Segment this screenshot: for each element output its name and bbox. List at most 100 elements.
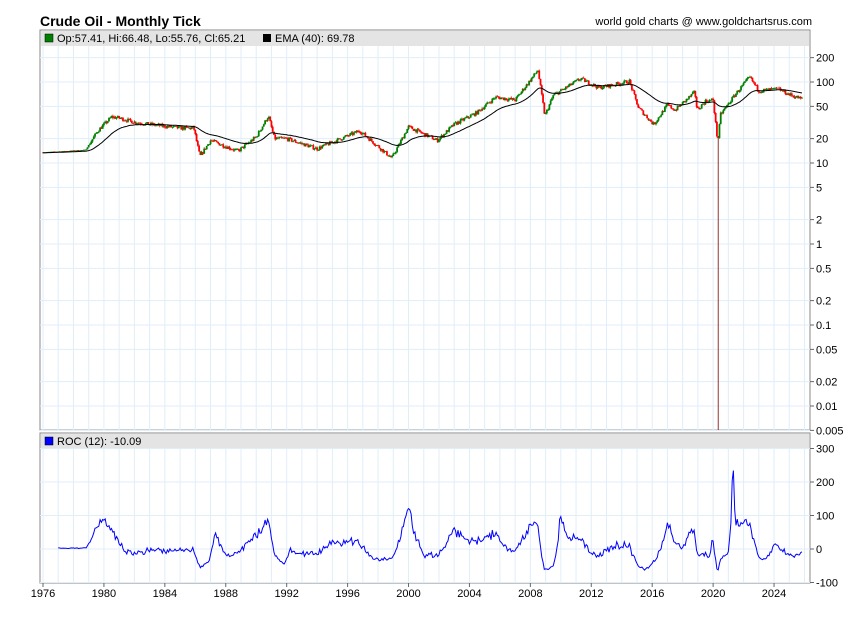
candle-body (542, 94, 544, 103)
candle-body (610, 84, 613, 86)
candle-body (339, 138, 341, 140)
candle-body (622, 82, 624, 85)
candle-body (483, 106, 486, 110)
candle-body (663, 107, 666, 112)
candle-body (493, 98, 496, 100)
candle-body (237, 149, 240, 150)
candle-body (294, 140, 297, 143)
roc-tick-label: 300 (816, 444, 834, 456)
candle-body (109, 117, 112, 119)
candle-body (801, 97, 803, 99)
candle-body (194, 129, 197, 135)
candle-body (535, 72, 538, 74)
candle-body (269, 116, 272, 122)
candle-body (394, 151, 397, 154)
candle-body (106, 121, 109, 124)
candle-body (280, 136, 283, 138)
candle-body (752, 81, 755, 83)
candle-body (215, 141, 218, 143)
candle-body (196, 141, 199, 146)
candle-body (534, 73, 537, 75)
candle-body (485, 104, 487, 107)
x-tick-label: 1980 (92, 588, 116, 600)
price-tick-label: 0.2 (816, 296, 831, 308)
candle-body (312, 145, 315, 150)
roc-legend-bar (41, 434, 809, 448)
candle-body (448, 127, 451, 132)
candle-body (208, 144, 211, 145)
candle-body (551, 98, 553, 101)
candle-body (646, 115, 649, 119)
candle-body (419, 129, 421, 132)
candle-body (636, 99, 638, 105)
candle-body (690, 94, 693, 97)
candle-body (411, 126, 414, 130)
candle-body (364, 132, 367, 137)
candle-body (403, 133, 406, 139)
candle-body (709, 99, 712, 101)
price-tick-label: 0.005 (816, 425, 844, 437)
price-tick-label: 20 (816, 134, 828, 146)
candle-body (163, 125, 166, 128)
candle-body (700, 104, 703, 109)
candle-body (665, 105, 668, 108)
candle-body (313, 148, 316, 150)
x-tick-label: 2016 (640, 588, 664, 600)
candle-body (731, 97, 734, 102)
candle-body (691, 92, 694, 95)
candle-body (94, 133, 96, 137)
candle-body (346, 135, 349, 136)
candle-body (696, 106, 699, 109)
candle-body (259, 130, 261, 132)
candle-body (467, 116, 470, 118)
candle-body (471, 114, 473, 116)
x-tick-label: 2020 (701, 588, 725, 600)
candle-body (85, 149, 88, 151)
candle-body (670, 105, 673, 109)
candle-body (205, 145, 208, 150)
x-tick-label: 2004 (457, 588, 481, 600)
candle-body (497, 96, 500, 98)
candle-body (398, 144, 401, 145)
candle-body (756, 85, 759, 91)
candle-body (86, 147, 89, 150)
candle-body (463, 118, 466, 121)
candle-body (578, 80, 581, 81)
candle-body (686, 98, 689, 100)
price-tick-label: 200 (816, 53, 834, 65)
x-tick-label: 1992 (274, 588, 298, 600)
candle-body (507, 98, 510, 101)
candle-body (406, 129, 409, 133)
candle-body (306, 143, 308, 145)
candle-body (580, 78, 583, 81)
roc-tick-label: 100 (816, 511, 834, 523)
candle-body (386, 151, 388, 156)
candle-body (464, 117, 467, 119)
price-panel (39, 29, 811, 431)
candle-body (601, 87, 604, 90)
candle-body (784, 90, 787, 95)
candle-body (629, 79, 632, 85)
candle-body (741, 85, 744, 87)
roc-legend-swatch (44, 436, 54, 446)
candle-body (139, 123, 142, 125)
candle-body (633, 90, 636, 95)
candle-body (742, 83, 745, 86)
price-tick-label: 10 (816, 158, 828, 170)
candle-body (469, 115, 472, 118)
candle-body (519, 93, 522, 95)
candle-body (625, 80, 628, 84)
candle-body (122, 117, 124, 121)
candle-body (91, 139, 94, 142)
candle-body (515, 96, 518, 102)
candle-body (660, 115, 662, 117)
candle-body (639, 108, 642, 110)
candle-body (548, 104, 551, 110)
candle-body (271, 126, 274, 132)
candle-body (641, 109, 643, 111)
candle-body (97, 131, 100, 133)
candle-body (214, 140, 217, 142)
candle-body (358, 130, 360, 132)
x-tick-label: 2000 (396, 588, 420, 600)
candle-body (353, 132, 355, 135)
